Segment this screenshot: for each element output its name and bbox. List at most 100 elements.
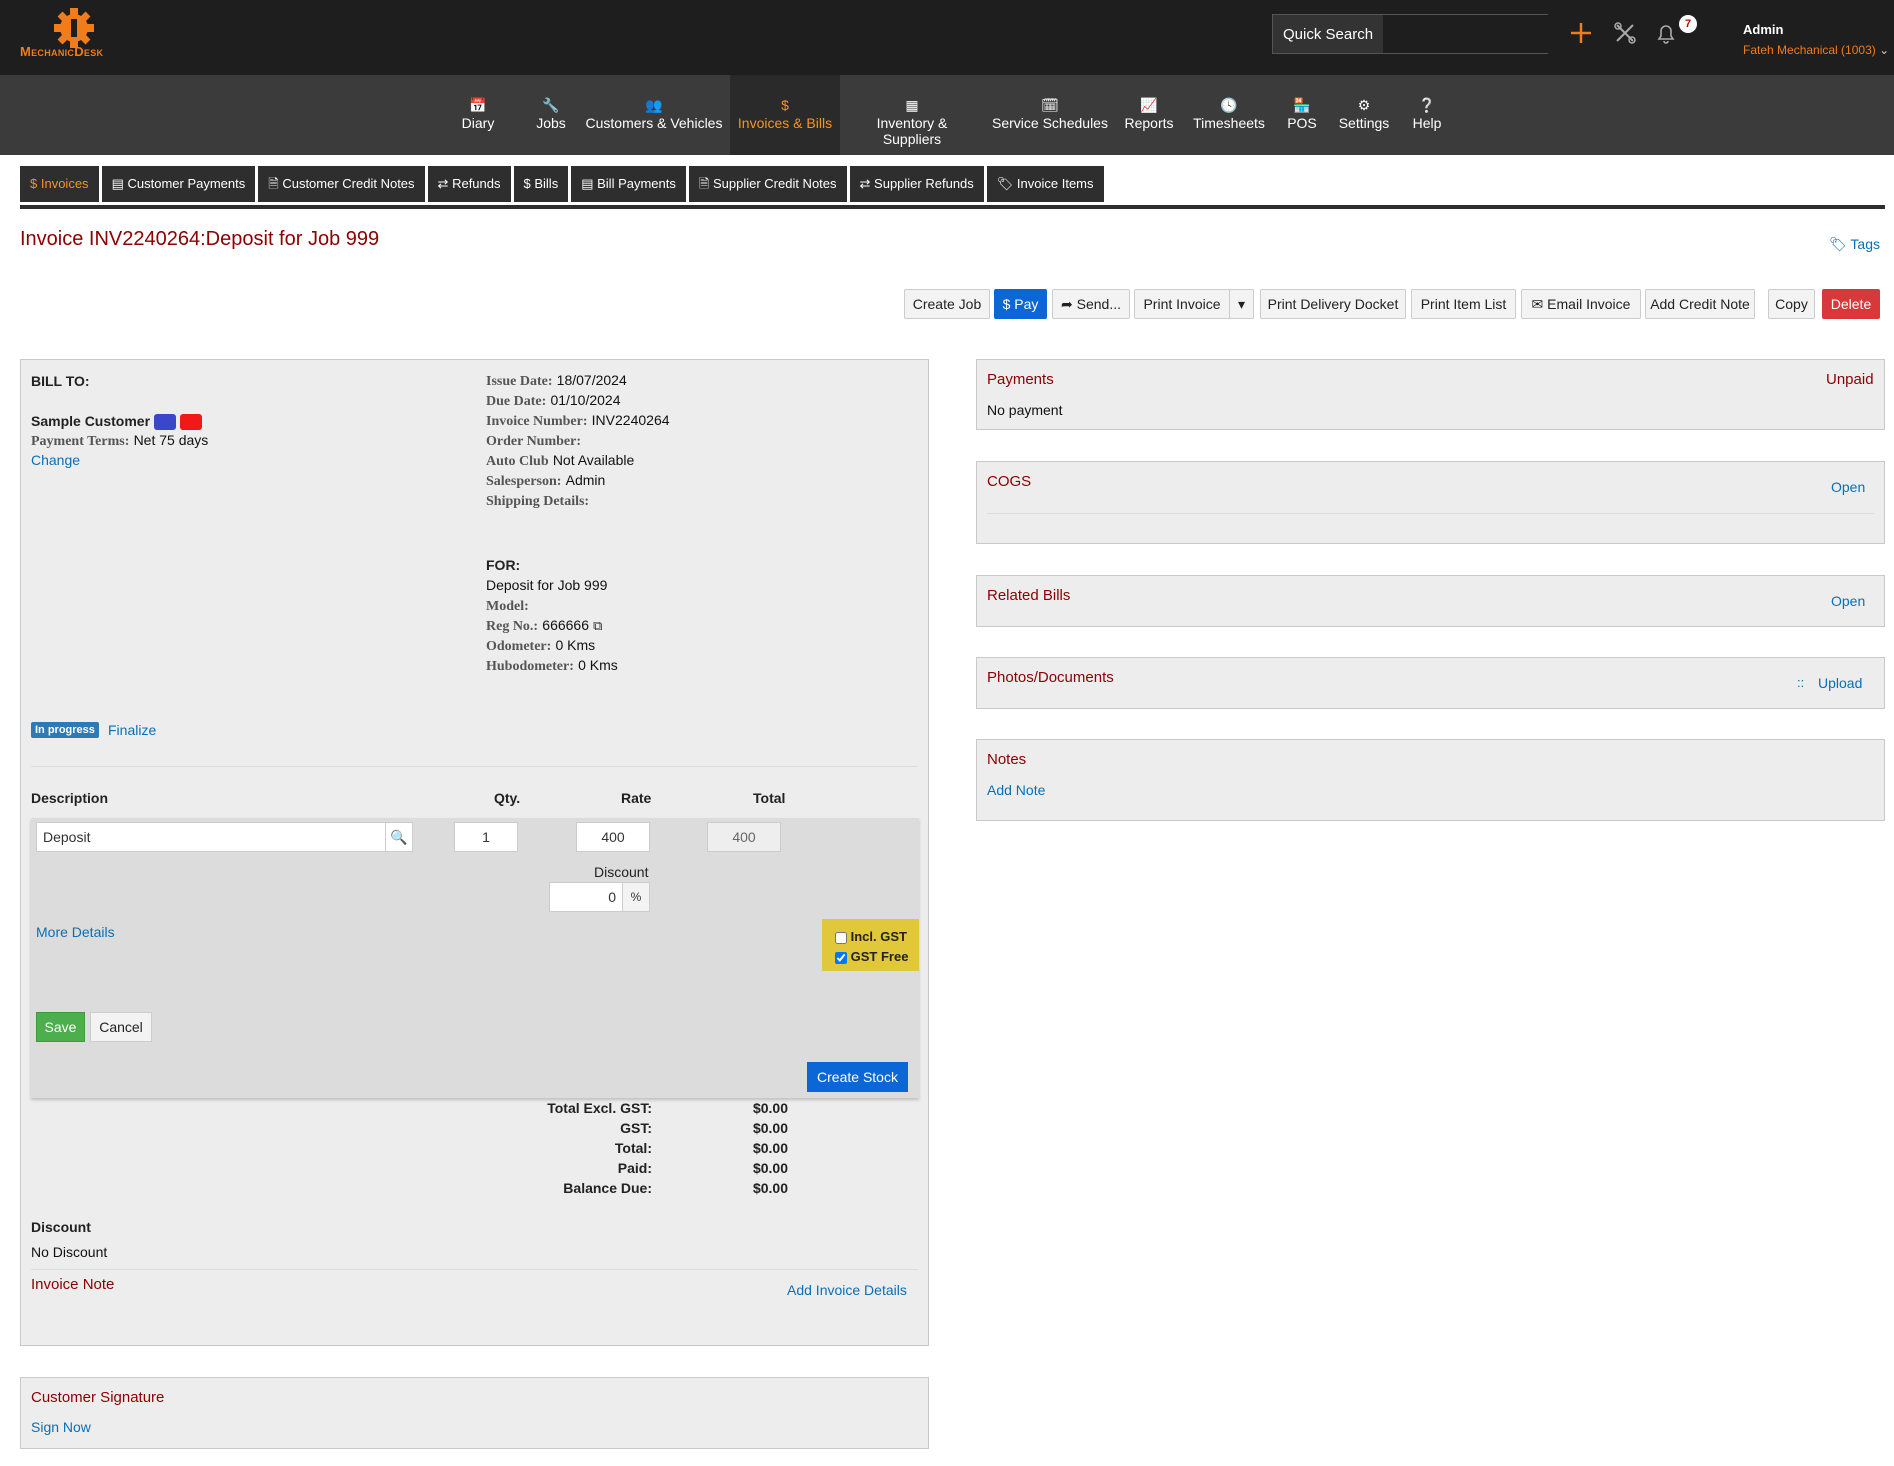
gst-free-checkbox[interactable] xyxy=(835,951,847,964)
nav-reports-label: Reports xyxy=(1124,115,1174,131)
dollar-icon: $ xyxy=(781,97,789,113)
nav-pos[interactable]: 🏪 POS xyxy=(1284,75,1320,155)
chart-icon: 📈 xyxy=(1140,97,1158,113)
qty-input[interactable] xyxy=(454,822,518,852)
tags-icon: 🏷 xyxy=(1829,236,1847,252)
subtab-invoice-items[interactable]: 🏷 Invoice Items xyxy=(986,166,1104,202)
copy-icon[interactable]: ⧉ xyxy=(593,618,602,633)
nav-invoices-bills[interactable]: $ Invoices & Bills xyxy=(730,75,840,155)
quick-search-input[interactable] xyxy=(1383,15,1565,53)
sign-now-link[interactable]: Sign Now xyxy=(31,1419,91,1435)
subtab-bills-label: Bills xyxy=(534,176,559,191)
create-job-button[interactable]: Create Job xyxy=(904,289,990,319)
balance-due-value: $0.00 xyxy=(752,1180,788,1196)
gst-free-row[interactable]: GST Free xyxy=(835,949,908,964)
nav-help-label: Help xyxy=(1412,115,1442,131)
nav-settings[interactable]: ⚙ Settings xyxy=(1336,75,1392,155)
model-row: Model: xyxy=(486,597,529,615)
incl-gst-checkbox[interactable] xyxy=(835,931,847,944)
nav-diary[interactable]: 📅 Diary xyxy=(454,75,502,155)
add-note-link[interactable]: Add Note xyxy=(987,782,1045,798)
user-org[interactable]: Fateh Mechanical (1003) ⌄ xyxy=(1743,43,1889,57)
more-details-link[interactable]: More Details xyxy=(36,924,115,940)
delete-button[interactable]: Delete xyxy=(1822,289,1880,319)
finalize-link[interactable]: Finalize xyxy=(108,722,156,738)
receipt-icon: ▤ xyxy=(111,176,124,191)
user-name[interactable]: Admin xyxy=(1743,22,1783,37)
nav-reports[interactable]: 📈 Reports xyxy=(1122,75,1176,155)
chevron-down-icon: ⌄ xyxy=(1879,43,1890,57)
add-invoice-details-link[interactable]: Add Invoice Details xyxy=(787,1282,907,1298)
discount-divider xyxy=(31,1269,918,1270)
subtab-customer-payments[interactable]: ▤ Customer Payments xyxy=(101,166,256,202)
subtab-supplier-credit-notes[interactable]: 🗎 Supplier Credit Notes xyxy=(688,166,847,202)
cogs-divider xyxy=(987,513,1874,514)
logo-text[interactable]: MechanicDesk xyxy=(20,44,103,59)
notifications-bell-icon[interactable] xyxy=(1653,20,1679,46)
add-plus-icon[interactable] xyxy=(1568,20,1594,46)
nav-timesheets[interactable]: 🕓 Timesheets xyxy=(1190,75,1268,155)
cogs-open-link[interactable]: Open xyxy=(1831,479,1865,495)
salesperson-row: Salesperson: Admin xyxy=(486,472,605,490)
odometer-label: Odometer: xyxy=(486,639,552,654)
issue-date-label: Issue Date: xyxy=(486,374,553,389)
tags-link[interactable]: 🏷 Tags xyxy=(1829,236,1880,253)
discount-input[interactable] xyxy=(549,882,623,912)
payments-panel xyxy=(976,359,1885,430)
rate-input[interactable] xyxy=(576,822,650,852)
add-credit-note-button[interactable]: Add Credit Note xyxy=(1645,289,1755,319)
pay-button[interactable]: $ Pay xyxy=(994,289,1047,319)
nav-help[interactable]: ❔ Help xyxy=(1408,75,1446,155)
email-invoice-button[interactable]: ✉ Email Invoice xyxy=(1521,289,1641,319)
col-description: Description xyxy=(31,790,109,806)
upload-link[interactable]: Upload xyxy=(1818,675,1862,691)
send-button[interactable]: ➦ Send... xyxy=(1052,289,1130,319)
drag-handle-icon[interactable]: :: xyxy=(1797,675,1804,690)
exchange-icon: ⇄ xyxy=(437,176,449,191)
print-delivery-docket-button[interactable]: Print Delivery Docket xyxy=(1260,289,1406,319)
salesperson-label: Salesperson: xyxy=(486,474,562,489)
description-input[interactable] xyxy=(36,822,386,852)
due-date-label: Due Date: xyxy=(486,394,547,409)
invoice-number-label: Invoice Number: xyxy=(486,414,588,429)
payments-title: Payments xyxy=(987,371,1054,388)
status-badge: In progress xyxy=(31,722,99,738)
store-icon: 🏪 xyxy=(1293,97,1311,113)
nav-timesheets-label: Timesheets xyxy=(1193,115,1265,131)
top-bar: MechanicDesk Quick Search 7 Admin Fateh … xyxy=(0,0,1894,75)
tools-icon[interactable] xyxy=(1612,20,1638,46)
change-customer-link[interactable]: Change xyxy=(31,452,80,468)
subtab-invoices[interactable]: $ Invoices xyxy=(20,166,99,202)
subtab-customer-credit-notes[interactable]: 🗎 Customer Credit Notes xyxy=(258,166,425,202)
gst-value: $0.00 xyxy=(752,1120,788,1136)
subtab-supplier-refunds[interactable]: ⇄ Supplier Refunds xyxy=(849,166,984,202)
user-org-label: Fateh Mechanical (1003) xyxy=(1743,43,1876,57)
photos-documents-title: Photos/Documents xyxy=(987,669,1114,686)
print-invoice-button[interactable]: Print Invoice xyxy=(1134,289,1230,319)
nav-inventory-suppliers[interactable]: ▦ Inventory & Suppliers xyxy=(846,75,978,155)
discount-unit: % xyxy=(622,882,650,912)
create-stock-button[interactable]: Create Stock xyxy=(807,1062,908,1092)
subtab-bill-payments[interactable]: ▤ Bill Payments xyxy=(571,166,686,202)
incl-gst-row[interactable]: Incl. GST xyxy=(835,929,907,944)
nav-jobs[interactable]: 🔧 Jobs xyxy=(530,75,572,155)
customer-name[interactable]: Sample Customer xyxy=(31,413,150,429)
search-button[interactable]: 🔍 xyxy=(385,822,413,852)
subtab-supplier-refunds-label: Supplier Refunds xyxy=(874,176,974,191)
payment-terms-value: Net 75 days xyxy=(133,432,209,448)
payment-terms-label: Payment Terms: xyxy=(31,434,130,449)
cancel-button[interactable]: Cancel xyxy=(90,1012,152,1042)
save-button[interactable]: Save xyxy=(36,1012,85,1042)
copy-button[interactable]: Copy xyxy=(1768,289,1815,319)
print-item-list-button[interactable]: Print Item List xyxy=(1411,289,1516,319)
print-invoice-dropdown[interactable]: ▾ xyxy=(1229,289,1254,319)
search-icon: 🔍 xyxy=(390,829,408,845)
pay-button-label: Pay xyxy=(1014,296,1039,312)
nav-customers-vehicles[interactable]: 👥 Customers & Vehicles xyxy=(584,75,724,155)
nav-service-schedules[interactable]: 🗓 Service Schedules xyxy=(992,75,1108,155)
odometer-row: Odometer: 0 Kms xyxy=(486,637,595,655)
subtab-refunds[interactable]: ⇄ Refunds xyxy=(427,166,511,202)
related-bills-open-link[interactable]: Open xyxy=(1831,593,1865,609)
subtab-bills[interactable]: $ Bills xyxy=(513,166,569,202)
quick-search: Quick Search xyxy=(1272,14,1565,54)
